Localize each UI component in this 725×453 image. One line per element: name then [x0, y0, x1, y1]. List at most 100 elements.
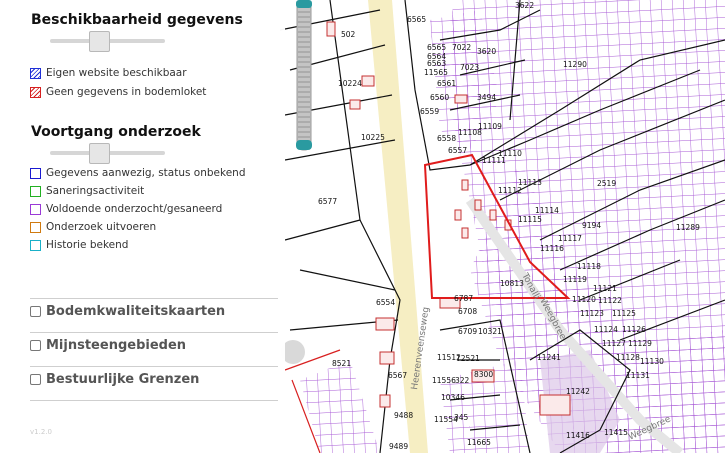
slider-handle[interactable] — [89, 143, 110, 164]
parcel-label: 3620 — [477, 47, 496, 56]
parcel-label: 11131 — [626, 371, 650, 380]
parcel-label: 11128 — [616, 353, 640, 362]
legend-label: Saneringsactiviteit — [46, 185, 145, 197]
availability-legend-item: Geen gegevens in bodemloket — [30, 86, 206, 98]
parcel-label: 3494 — [477, 93, 496, 102]
parcel-label: 10321 — [478, 327, 502, 336]
parcel-label: 11126 — [622, 325, 646, 334]
zoom-out-icon — [296, 140, 312, 150]
parcel-label: 11121 — [593, 284, 617, 293]
layer-toggle-mijnsteengebieden[interactable]: Mijnsteengebieden — [30, 338, 186, 353]
checkbox[interactable] — [30, 340, 41, 351]
layer-label: Mijnsteengebieden — [46, 338, 187, 353]
checkbox[interactable] — [30, 374, 41, 385]
checkbox[interactable] — [30, 306, 41, 317]
legend-swatch — [30, 221, 41, 233]
parcel-label: 8521 — [332, 359, 351, 368]
parcel-label: 6577 — [318, 197, 337, 206]
availability-opacity-slider[interactable] — [50, 31, 165, 52]
parcel-label: 11124 — [594, 325, 618, 334]
parcel-label: 11113 — [518, 178, 542, 187]
parcel-label: 11241 — [537, 353, 561, 362]
parcel-label: 9488 — [394, 411, 413, 420]
parcel-label: 6554 — [376, 298, 395, 307]
version-label: v1.2.0 — [30, 428, 52, 436]
parcel-label: 10225 — [361, 133, 385, 142]
parcel-label: 6559 — [420, 107, 439, 116]
parcel-label: 11130 — [640, 357, 664, 366]
parcel-label: 11108 — [458, 128, 482, 137]
slider-handle[interactable] — [89, 31, 110, 52]
parcel-label: 6709 — [458, 327, 477, 336]
parcel-label: 12521 — [456, 354, 480, 363]
parcel-label: 6560 — [430, 93, 449, 102]
divider — [30, 332, 278, 333]
parcel-label: 11115 — [518, 215, 542, 224]
parcel-label: 11111 — [482, 156, 506, 165]
parcel-label: 6557 — [448, 146, 467, 155]
parcel-label: 11665 — [467, 438, 491, 447]
layer-label: Bestuurlijke Grenzen — [46, 372, 200, 387]
legend-label: Eigen website beschikbaar — [46, 67, 187, 79]
parcel-label: 7023 — [460, 63, 479, 72]
layer-toggle-bestuurlijke-grenzen[interactable]: Bestuurlijke Grenzen — [30, 372, 199, 387]
parcel-label: 11123 — [580, 309, 604, 318]
parcel-label: 11415 — [604, 428, 628, 437]
layer-toggle-bodemkwaliteitskaarten[interactable]: Bodemkwaliteitskaarten — [30, 304, 225, 319]
parcel-label: 11129 — [628, 339, 652, 348]
parcel-label: 6787 — [454, 294, 473, 303]
parcel-label: 6561 — [437, 79, 456, 88]
parcel-label: 322 — [455, 376, 470, 385]
parcel-label: 11122 — [598, 296, 622, 305]
parcel-label: 11556 — [432, 376, 456, 385]
divider — [30, 400, 278, 401]
parcel-label: 11290 — [563, 60, 587, 69]
parcel-label: 11118 — [577, 262, 601, 271]
parcel-label: 10224 — [338, 79, 362, 88]
parcel-label: 6565 — [407, 15, 426, 24]
legend-swatch — [30, 67, 41, 79]
legend-label: Voldoende onderzocht/gesaneerd — [46, 203, 223, 215]
layer-label: Bodemkwaliteitskaarten — [46, 304, 226, 319]
parcel-label: 11120 — [572, 295, 596, 304]
progress-legend-item: Saneringsactiviteit — [30, 185, 144, 197]
parcel-label: 6565 — [427, 43, 446, 52]
parcel-label: 6567 — [388, 371, 407, 380]
parcel-label: 11565 — [424, 68, 448, 77]
parcel-label: 10346 — [441, 393, 465, 402]
legend-swatch — [30, 167, 41, 179]
progress-heading: Voortgang onderzoek — [31, 124, 201, 140]
progress-legend-item: Gegevens aanwezig, status onbekend — [30, 167, 246, 179]
parcel-label: 2519 — [597, 179, 616, 188]
parcel-label: 3622 — [515, 1, 534, 10]
parcel-label: 9489 — [389, 442, 408, 451]
progress-opacity-slider[interactable] — [50, 143, 165, 164]
progress-legend-item: Historie bekend — [30, 239, 128, 251]
parcel-label: 502 — [341, 30, 356, 39]
legend-swatch — [30, 86, 41, 98]
parcel-label: 6563 — [427, 59, 446, 68]
legend-label: Geen gegevens in bodemloket — [46, 86, 207, 98]
parcel-label: 11114 — [535, 206, 559, 215]
parcel-label: 11242 — [566, 387, 590, 396]
parcel-label: 6558 — [437, 134, 456, 143]
divider — [30, 298, 278, 299]
parcel-label: 7022 — [452, 43, 471, 52]
parcel-label: 11127 — [602, 339, 626, 348]
parcel-label: 8300 — [474, 370, 493, 379]
parcel-label: 11117 — [558, 234, 582, 243]
legend-panel: Beschikbaarheid gegevens Eigen website b… — [0, 0, 285, 453]
parcel-label: 11416 — [566, 431, 590, 440]
availability-legend-item: Eigen website beschikbaar — [30, 67, 187, 79]
legend-swatch — [30, 239, 41, 251]
legend-label: Onderzoek uitvoeren — [46, 221, 157, 233]
parcel-label: 11289 — [676, 223, 700, 232]
zoom-slider[interactable] — [294, 0, 314, 155]
legend-swatch — [30, 203, 41, 215]
legend-label: Gegevens aanwezig, status onbekend — [46, 167, 246, 179]
parcel-label: 11112 — [498, 186, 522, 195]
parcel-label: 6708 — [458, 307, 477, 316]
legend-label: Historie bekend — [46, 239, 129, 251]
divider — [30, 366, 278, 367]
parcel-label: 9194 — [582, 221, 601, 230]
